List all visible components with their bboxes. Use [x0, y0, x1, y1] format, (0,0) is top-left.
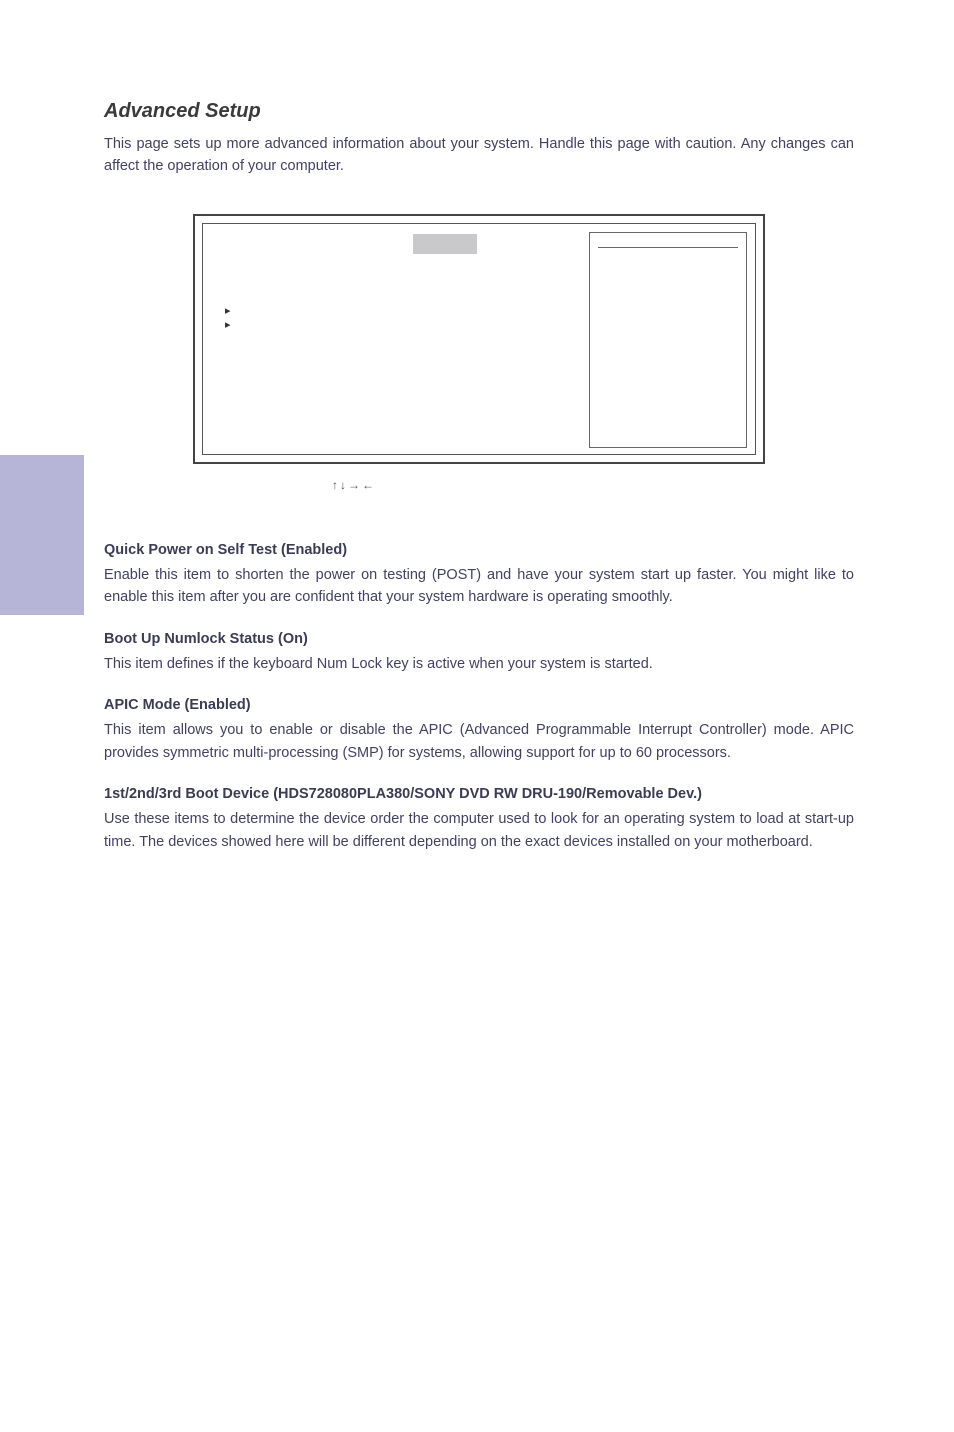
- nav-legend: ↑↓→←: [332, 478, 854, 492]
- item-body: Use these items to determine the device …: [104, 808, 854, 853]
- chapter-tab: [0, 455, 84, 615]
- bios-outer-frame: ▸▸: [193, 214, 765, 464]
- section-title: Advanced Setup: [104, 100, 854, 123]
- item-heading: APIC Mode (Enabled): [104, 697, 854, 713]
- bios-active-tab: [413, 234, 477, 254]
- bios-screenshot-wrap: ▸▸: [104, 214, 854, 464]
- bios-inner-frame: ▸▸: [202, 223, 756, 455]
- left-gutter: [0, 0, 84, 1432]
- item-heading: Boot Up Numlock Status (On): [104, 631, 854, 647]
- item-heading: Quick Power on Self Test (Enabled): [104, 542, 854, 558]
- item-heading: 1st/2nd/3rd Boot Device (HDS728080PLA380…: [104, 786, 854, 802]
- item-body: This item defines if the keyboard Num Lo…: [104, 653, 854, 675]
- item-body: Enable this item to shorten the power on…: [104, 564, 854, 609]
- page: Advanced Setup This page sets up more ad…: [0, 0, 954, 1432]
- bios-help-panel: [589, 232, 747, 448]
- item-body: This item allows you to enable or disabl…: [104, 719, 854, 764]
- intro-paragraph: This page sets up more advanced informat…: [104, 133, 854, 178]
- bios-submenu-markers: ▸▸: [225, 304, 231, 333]
- content-column: Advanced Setup This page sets up more ad…: [84, 0, 954, 1432]
